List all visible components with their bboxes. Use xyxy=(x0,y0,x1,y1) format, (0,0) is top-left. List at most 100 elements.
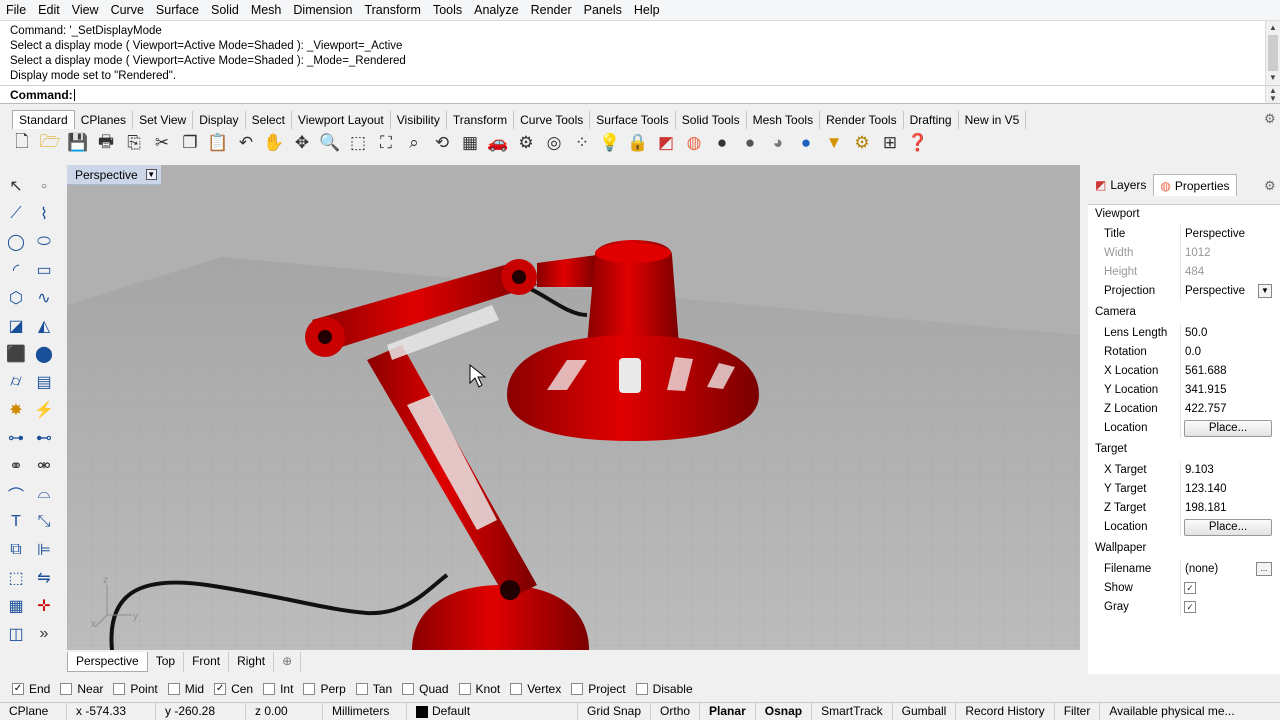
status-layer[interactable]: Default xyxy=(407,703,578,720)
scroll-up-icon[interactable]: ▲ xyxy=(1268,23,1278,32)
align-icon[interactable]: ⊫ xyxy=(30,537,58,563)
dimension-icon[interactable]: ⤡ xyxy=(30,509,58,535)
extrude-icon[interactable]: ◭ xyxy=(30,313,58,339)
osnap-tan[interactable]: Tan xyxy=(355,682,392,696)
status-osnap[interactable]: Osnap xyxy=(756,703,813,720)
osnap-checkbox[interactable] xyxy=(263,683,276,695)
lightbulb-icon[interactable]: 💡 xyxy=(596,130,624,156)
status-ortho[interactable]: Ortho xyxy=(651,703,701,720)
viewport-title[interactable]: Perspective xyxy=(75,168,138,182)
toolbar-gear-icon[interactable]: ⚙ xyxy=(1264,111,1276,127)
group-icon[interactable]: ⧉ xyxy=(2,537,30,563)
menu-mesh[interactable]: Mesh xyxy=(245,0,288,21)
tab-render-tools[interactable]: Render Tools xyxy=(820,111,904,129)
freeform-icon[interactable]: ∿ xyxy=(30,285,58,311)
menu-surface[interactable]: Surface xyxy=(150,0,205,21)
tab-solid-tools[interactable]: Solid Tools xyxy=(676,111,747,129)
text-icon[interactable]: T xyxy=(2,509,30,535)
osnap-quad[interactable]: Quad xyxy=(402,682,449,696)
polyline-icon[interactable]: ⟋ xyxy=(2,201,30,227)
show-checkbox[interactable]: ✓ xyxy=(1184,582,1196,594)
menu-analyze[interactable]: Analyze xyxy=(468,0,524,21)
tab-properties[interactable]: ◍ Properties xyxy=(1153,174,1237,196)
tab-set-view[interactable]: Set View xyxy=(133,111,194,129)
menu-render[interactable]: Render xyxy=(525,0,578,21)
camera-place-button[interactable]: Place... xyxy=(1184,420,1272,437)
matte-sphere-icon[interactable]: ● xyxy=(736,130,764,156)
more-tools-icon[interactable]: » xyxy=(30,621,58,647)
title-field[interactable]: Perspective xyxy=(1185,225,1245,244)
scroll-thumb[interactable] xyxy=(1268,35,1278,71)
car-icon[interactable]: 🚗 xyxy=(484,130,512,156)
tab-visibility[interactable]: Visibility xyxy=(391,111,447,129)
spin-down-icon[interactable]: ▼ xyxy=(1268,94,1278,103)
osnap-checkbox[interactable] xyxy=(571,683,584,695)
curve-icon[interactable]: ⌇ xyxy=(30,201,58,227)
add-viewport-tab-icon[interactable]: ⊕ xyxy=(274,652,302,672)
osnap-checkbox[interactable]: ✓ xyxy=(12,683,24,695)
tab-select[interactable]: Select xyxy=(246,111,292,129)
paste-icon[interactable]: 📋 xyxy=(204,130,232,156)
status-units[interactable]: Millimeters xyxy=(323,703,407,720)
command-spinner[interactable]: ▲ ▼ xyxy=(1265,86,1280,103)
osnap-vertex[interactable]: Vertex xyxy=(510,682,561,696)
x-location-field[interactable]: 561.688 xyxy=(1185,362,1227,381)
sphere-solid-icon[interactable]: ⬤ xyxy=(30,341,58,367)
polygon-icon[interactable]: ⬡ xyxy=(2,285,30,311)
snap-points-icon[interactable]: ⁘ xyxy=(568,130,596,156)
projection-select[interactable]: Perspective xyxy=(1185,282,1245,301)
status-gumball[interactable]: Gumball xyxy=(893,703,957,720)
zoom-icon[interactable]: 🔍 xyxy=(316,130,344,156)
tab-new-in-v5[interactable]: New in V5 xyxy=(959,111,1027,129)
tab-curve-tools[interactable]: Curve Tools xyxy=(514,111,591,129)
osnap-mid[interactable]: Mid xyxy=(167,682,204,696)
print-icon[interactable]: 🖶 xyxy=(92,130,120,156)
arrow-down-icon[interactable]: ▼ xyxy=(820,130,848,156)
tab-top[interactable]: Top xyxy=(148,652,185,672)
tab-display[interactable]: Display xyxy=(193,111,246,129)
osnap-checkbox[interactable] xyxy=(635,683,648,695)
explode-icon[interactable]: ✸ xyxy=(2,397,30,423)
status-record-history[interactable]: Record History xyxy=(956,703,1055,720)
select-arrow-icon[interactable]: ↖ xyxy=(2,173,30,199)
save-icon[interactable]: 💾 xyxy=(64,130,92,156)
tab-right[interactable]: Right xyxy=(229,652,275,672)
osnap-project[interactable]: Project xyxy=(571,682,626,696)
boolean-union-icon[interactable]: ⚭ xyxy=(2,453,30,479)
status-cplane[interactable]: CPlane xyxy=(0,703,67,720)
menu-help[interactable]: Help xyxy=(628,0,666,21)
osnap-disable[interactable]: Disable xyxy=(635,682,693,696)
new-icon[interactable]: 🗋 xyxy=(8,130,36,156)
osnap-checkbox[interactable] xyxy=(167,683,180,695)
status-planar[interactable]: Planar xyxy=(700,703,756,720)
cylinder-icon[interactable]: ⌭ xyxy=(2,369,30,395)
surface-icon[interactable]: ◪ xyxy=(2,313,30,339)
z-target-field[interactable]: 198.181 xyxy=(1185,499,1227,518)
tab-cplanes[interactable]: CPlanes xyxy=(75,111,134,129)
tab-layers[interactable]: ◩ Layers xyxy=(1088,174,1153,196)
layer-icon[interactable]: ◩ xyxy=(652,130,680,156)
osnap-checkbox[interactable] xyxy=(113,683,126,695)
menu-file[interactable]: File xyxy=(0,0,32,21)
history-scrollbar[interactable]: ▲ ▼ xyxy=(1265,21,1280,85)
tab-mesh-tools[interactable]: Mesh Tools xyxy=(747,111,821,129)
gumball-icon[interactable]: ✛ xyxy=(30,593,58,619)
help-icon[interactable]: ❓ xyxy=(904,130,932,156)
point-icon[interactable]: ○ xyxy=(30,173,58,199)
chevron-down-icon[interactable]: ▼ xyxy=(1258,284,1272,298)
target-icon[interactable]: ◎ xyxy=(540,130,568,156)
undo-icon[interactable]: ↶ xyxy=(232,130,260,156)
rendered-scene[interactable]: z y x xyxy=(67,165,1080,650)
osnap-cen[interactable]: ✓ Cen xyxy=(214,682,253,696)
menu-solid[interactable]: Solid xyxy=(205,0,245,21)
viewport-perspective[interactable]: z y x Perspective ▼ xyxy=(67,165,1080,650)
filename-field[interactable]: (none) xyxy=(1185,560,1218,579)
status-filter[interactable]: Filter xyxy=(1055,703,1101,720)
command-line[interactable]: Command: ▲ ▼ xyxy=(0,86,1280,104)
tab-front[interactable]: Front xyxy=(184,652,230,672)
lock-icon[interactable]: 🔒 xyxy=(624,130,652,156)
tab-transform[interactable]: Transform xyxy=(447,111,515,129)
browse-button[interactable]: ... xyxy=(1256,562,1272,576)
status-smarttrack[interactable]: SmartTrack xyxy=(812,703,893,720)
y-location-field[interactable]: 341.915 xyxy=(1185,381,1227,400)
